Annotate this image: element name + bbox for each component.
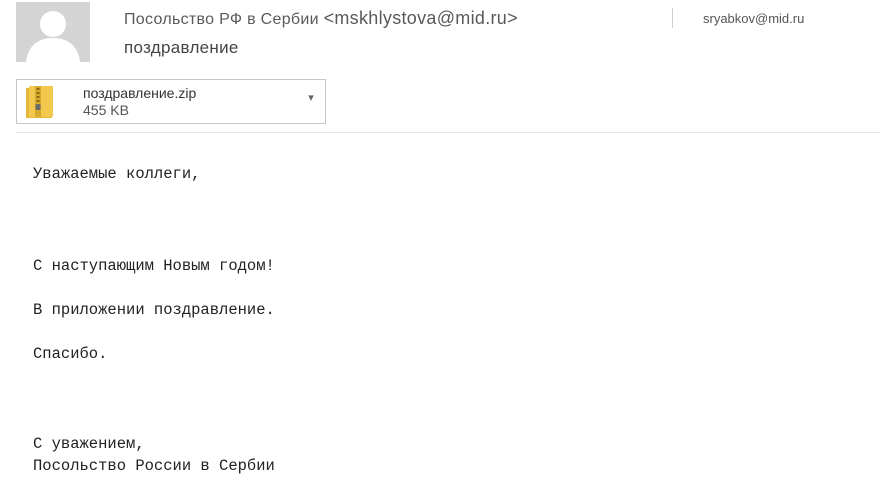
attachment-dropdown-icon[interactable]: ▾ [303, 90, 319, 106]
attachment-size: 455 KB [83, 102, 129, 118]
header-divider [672, 8, 673, 28]
message-line-2: В приложении поздравление. [33, 301, 275, 319]
message-header: Посольство РФ в Сербии <mskhlystova@mid.… [0, 0, 880, 72]
recipient-address[interactable]: sryabkov@mid.ru [703, 11, 804, 26]
attachment-filename: поздравление.zip [83, 85, 197, 101]
message-closing: С уважением, [33, 435, 145, 453]
sender-line[interactable]: Посольство РФ в Сербии <mskhlystova@mid.… [124, 8, 518, 29]
zip-folder-icon [26, 86, 53, 118]
sender-name: Посольство РФ в Сербии [124, 11, 319, 28]
sender-avatar[interactable] [16, 2, 90, 62]
message-subject: поздравление [124, 38, 239, 57]
attachment-card[interactable]: поздравление.zip 455 KB ▾ [16, 79, 326, 124]
message-line-3: Спасибо. [33, 345, 108, 363]
message-line-1: С наступающим Новым годом! [33, 257, 275, 275]
sender-email: <mskhlystova@mid.ru> [323, 8, 518, 28]
header-separator [16, 132, 880, 133]
person-placeholder-icon [16, 2, 90, 62]
message-signature: Посольство России в Сербии [33, 457, 275, 475]
message-greeting: Уважаемые коллеги, [33, 165, 201, 183]
